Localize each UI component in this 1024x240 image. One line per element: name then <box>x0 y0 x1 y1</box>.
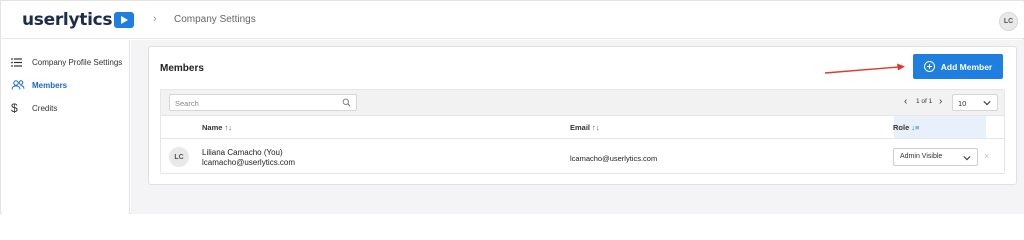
member-name: Liliana Camacho (You) <box>202 148 283 157</box>
page-title: Members <box>160 63 204 74</box>
add-member-button[interactable]: Add Member <box>913 54 1003 79</box>
members-card: Members Add Member ‹ 1 of 1 › 10 <box>148 46 1017 185</box>
next-page-button[interactable]: › <box>939 96 942 107</box>
rows-per-page-value: 10 <box>958 98 967 108</box>
user-avatar[interactable]: LC <box>999 12 1018 31</box>
member-email-secondary: lcamacho@userlytics.com <box>202 158 296 167</box>
sidebar-item-company-profile-settings[interactable]: Company Profile Settings <box>11 54 122 70</box>
column-label: Role <box>893 123 910 132</box>
column-label: Email <box>570 123 591 132</box>
breadcrumb: Company Settings <box>174 14 256 25</box>
column-header-email[interactable]: Email ↑↓ <box>570 123 600 132</box>
avatar: LC <box>169 147 189 167</box>
members-table: ‹ 1 of 1 › 10 Name↑↓ Email↑↓ <box>160 89 1005 174</box>
remove-member-icon[interactable]: × <box>984 151 989 161</box>
sidebar: Company Profile Settings Members $ Credi… <box>2 40 130 214</box>
search-input[interactable] <box>175 97 335 109</box>
table-header: Name ↑↓ Email ↑↓ Role ↓≡ <box>161 116 1004 139</box>
chevron-down-icon <box>983 101 991 106</box>
chevron-right-icon: › <box>153 13 157 25</box>
chevron-down-icon <box>963 155 971 160</box>
sort-icon: ↑↓ <box>592 123 600 132</box>
sort-descending-icon: ↓≡ <box>911 123 920 132</box>
list-icon <box>11 55 27 69</box>
page-indicator: 1 of 1 <box>916 98 933 105</box>
rows-per-page-select[interactable]: 10 <box>952 94 998 111</box>
column-header-name[interactable]: Name ↑↓ <box>202 123 232 132</box>
app-window: userlytics › Company Settings LC Company… <box>0 0 1024 214</box>
main-content: Members Add Member ‹ 1 of 1 › 10 <box>131 40 1024 214</box>
plus-circle-icon <box>923 61 935 72</box>
top-bar: userlytics › Company Settings LC <box>2 2 1024 39</box>
table-toolbar: ‹ 1 of 1 › 10 <box>161 90 1004 116</box>
column-label: Name <box>202 123 223 132</box>
table-row: LC Liliana Camacho (You) lcamacho@userly… <box>161 140 1004 173</box>
search-box[interactable] <box>169 94 357 111</box>
column-header-role[interactable]: Role ↓≡ <box>893 123 919 132</box>
sidebar-item-label: Company Profile Settings <box>32 57 123 67</box>
sidebar-item-members[interactable]: Members <box>11 77 67 93</box>
dollar-icon: $ <box>11 101 18 115</box>
sidebar-item-credits[interactable]: $ Credits <box>11 100 57 116</box>
sidebar-item-label: Members <box>32 80 68 90</box>
member-email: lcamacho@userlytics.com <box>570 154 658 163</box>
role-value: Admin Visible <box>900 153 943 160</box>
logo-text: userlytics <box>22 10 113 30</box>
previous-page-button[interactable]: ‹ <box>904 96 907 107</box>
users-icon <box>11 78 27 92</box>
add-member-label: Add Member <box>940 61 993 72</box>
role-select[interactable]: Admin Visible <box>893 148 978 166</box>
sort-icon: ↑↓ <box>224 123 232 132</box>
search-icon[interactable] <box>342 98 351 107</box>
userlytics-logo[interactable]: userlytics <box>22 9 135 31</box>
sidebar-item-label: Credits <box>32 103 58 113</box>
play-icon <box>114 12 135 28</box>
